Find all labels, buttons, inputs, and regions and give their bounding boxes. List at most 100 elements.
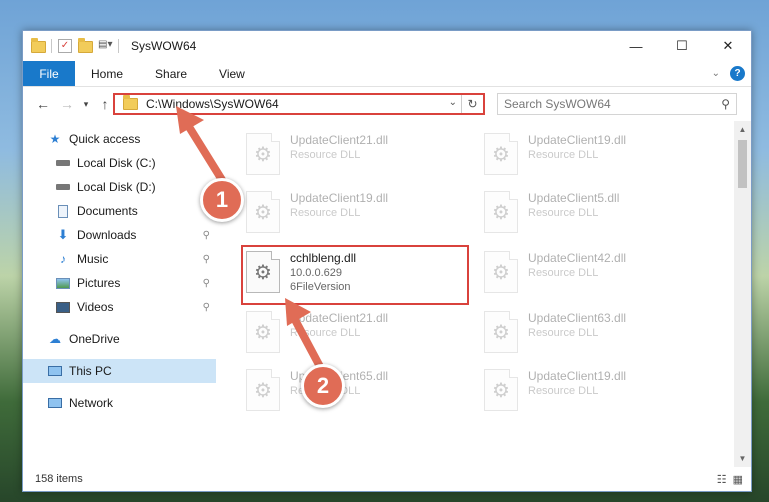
large-icons-view-icon[interactable]: ▦ [733,473,743,486]
sidebar-item-label: Network [69,396,114,410]
ribbon: File Home Share View ⌄ ? [23,61,751,87]
star-icon: ★ [49,132,61,146]
scroll-down-icon[interactable]: ▼ [734,450,751,467]
file-item[interactable]: ⚙ UpdateClient63.dll Resource DLL [484,307,684,363]
file-name: UpdateClient42.dll [528,251,627,265]
file-type: Resource DLL [528,327,599,339]
file-name: UpdateClient19.dll [528,133,627,147]
file-name: UpdateClient21.dll [290,133,389,147]
step-badge-one: 1 [200,178,244,222]
title-bar: ✓ ▤▾ SysWOW64 — ☐ ✕ [23,31,751,61]
scroll-up-icon[interactable]: ▲ [734,121,751,138]
tab-file[interactable]: File [23,61,75,86]
file-item[interactable]: ⚙ UpdateClient19.dll Resource DLL [484,365,684,421]
music-icon: ♪ [60,252,66,266]
network-icon [47,396,63,410]
file-name: UpdateClient19.dll [290,191,389,205]
file-name: cchlbleng.dll [290,251,357,265]
file-type: Resource DLL [528,149,599,161]
window-controls: — ☐ ✕ [613,31,751,61]
sidebar-item-music[interactable]: ♪ Music ⚲ [23,247,216,271]
drive-icon [55,156,71,170]
documents-icon [55,204,71,218]
step-badge-two: 2 [301,364,345,408]
file-item[interactable]: ⚙ UpdateClient19.dll Resource DLL [246,187,446,243]
sidebar-item-label: Music [77,252,109,266]
sidebar-item-label: OneDrive [69,332,120,346]
scroll-thumb[interactable] [738,140,747,188]
customize-toolbar-icon[interactable]: ▤▾ [98,39,112,53]
monitor-icon [47,364,63,378]
sidebar-item-label: Quick access [69,132,141,146]
back-icon[interactable]: ← [31,96,55,112]
dll-file-icon: ⚙ [484,251,518,293]
drive-icon [55,180,71,194]
sidebar-item-onedrive[interactable]: ☁ OneDrive [23,327,216,351]
download-icon: ⬇ [57,227,69,242]
sidebar-item-label: This PC [69,364,112,378]
dll-file-icon: ⚙ [484,133,518,175]
sidebar-item-videos[interactable]: Videos ⚲ [23,295,216,319]
view-toggles: ☷ ▦ [717,473,751,486]
tab-share[interactable]: Share [139,61,203,86]
new-folder-icon[interactable] [78,38,93,53]
pin-icon: ⚲ [202,277,210,289]
dll-file-icon: ⚙ [484,369,518,411]
file-type: Resource DLL [290,207,361,219]
divider [51,39,52,53]
expand-ribbon-icon[interactable]: ⌄ [712,68,720,79]
file-item[interactable]: ⚙ UpdateClient21.dll Resource DLL [246,129,446,185]
recent-locations-icon[interactable]: ▾ [79,99,93,110]
search-input[interactable]: Search SysWOW64 ⚲ [497,93,737,115]
file-name: UpdateClient5.dll [528,191,620,205]
file-item[interactable]: ⚙ UpdateClient19.dll Resource DLL [484,129,684,185]
folder-icon [31,38,46,53]
sidebar-item-label: Videos [77,300,114,314]
file-item[interactable]: ⚙ UpdateClient42.dll Resource DLL [484,247,684,303]
file-type: Resource DLL [528,385,599,397]
properties-icon[interactable]: ✓ [58,39,72,53]
window-title: SysWOW64 [131,39,197,53]
file-version: 10.0.0.629 [290,267,342,279]
search-icon[interactable]: ⚲ [721,97,730,111]
pin-icon: ⚲ [202,301,210,313]
close-button[interactable]: ✕ [705,31,751,61]
folder-icon [123,95,138,110]
forward-icon[interactable]: → [55,96,79,112]
status-bar: 158 items ☷ ▦ [23,467,751,491]
vertical-scrollbar[interactable]: ▲ ▼ [734,121,751,467]
file-type: Resource DLL [528,267,599,279]
pin-icon: ⚲ [202,253,210,265]
sidebar-item-label: Local Disk (C:) [77,156,156,170]
sidebar-item-label: Downloads [77,228,137,242]
sidebar-item-this-pc[interactable]: This PC [23,359,216,383]
main-area: ★ Quick access Local Disk (C:) Local Dis… [23,121,751,467]
sidebar-item-pictures[interactable]: Pictures ⚲ [23,271,216,295]
file-type: Resource DLL [528,207,599,219]
dll-file-icon: ⚙ [246,191,280,233]
explorer-window: ✓ ▤▾ SysWOW64 — ☐ ✕ File Home Share View… [22,30,752,492]
videos-icon [55,300,71,314]
tab-view[interactable]: View [203,61,261,86]
pin-icon: ⚲ [202,229,210,241]
file-type: Resource DLL [290,149,361,161]
chevron-down-icon[interactable]: ⌄ [449,97,457,108]
refresh-icon[interactable]: ↻ [461,95,483,113]
pictures-icon [55,276,71,290]
sidebar-item-label: Pictures [77,276,121,290]
maximize-button[interactable]: ☐ [659,31,705,61]
navigation-bar: ← → ▾ ↑ C:\Windows\SysWOW64 ⌄ ↻ Search S… [23,87,751,121]
file-name: UpdateClient63.dll [528,311,627,325]
item-count: 158 items [35,473,83,485]
details-view-icon[interactable]: ☷ [717,473,727,486]
dll-file-icon: ⚙ [484,311,518,353]
tab-home[interactable]: Home [75,61,139,86]
file-name: UpdateClient19.dll [528,369,627,383]
sidebar-item-downloads[interactable]: ⬇ Downloads ⚲ [23,223,216,247]
file-item[interactable]: ⚙ UpdateClient5.dll Resource DLL [484,187,684,243]
help-icon[interactable]: ? [730,66,745,81]
minimize-button[interactable]: — [613,31,659,61]
dll-file-icon: ⚙ [246,133,280,175]
cloud-icon: ☁ [49,332,61,346]
sidebar-item-network[interactable]: Network [23,391,216,415]
